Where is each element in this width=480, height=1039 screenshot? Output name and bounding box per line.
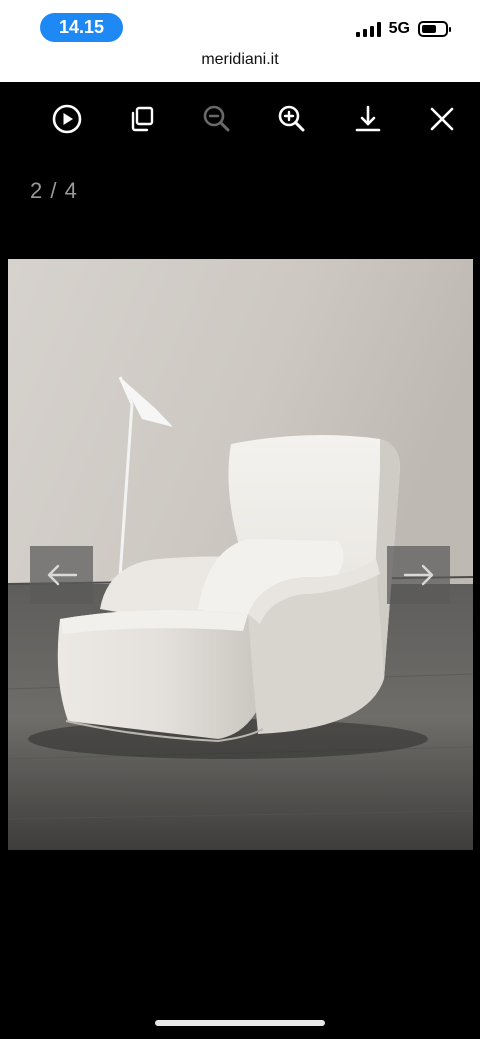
viewer-toolbar	[0, 96, 480, 142]
zoom-in-button[interactable]	[269, 96, 315, 142]
image-counter: 2 / 4	[30, 178, 78, 203]
url-bar[interactable]: meridiani.it	[0, 51, 480, 69]
play-circle-icon	[52, 104, 82, 134]
arrow-left-icon	[47, 564, 77, 586]
signal-icon	[355, 21, 381, 37]
status-and-url-bar: 14.15 5G meridiani.it	[0, 0, 480, 82]
status-time[interactable]: 14.15	[40, 13, 123, 42]
copy-icon	[131, 106, 154, 132]
close-icon	[430, 107, 454, 131]
battery-icon	[418, 21, 451, 37]
network-type: 5G	[388, 20, 410, 37]
arrow-right-icon	[403, 564, 433, 586]
previous-image-button[interactable]	[30, 546, 93, 604]
status-indicators: 5G	[355, 20, 451, 38]
home-indicator[interactable]	[155, 1020, 325, 1026]
zoom-in-icon	[278, 105, 305, 132]
close-button[interactable]	[419, 96, 465, 142]
play-slideshow-button[interactable]	[44, 96, 90, 142]
download-button[interactable]	[345, 96, 391, 142]
download-icon	[355, 105, 381, 132]
zoom-out-button[interactable]	[194, 96, 240, 142]
zoom-out-icon	[203, 105, 230, 132]
next-image-button[interactable]	[387, 546, 450, 604]
copy-button[interactable]	[119, 96, 165, 142]
